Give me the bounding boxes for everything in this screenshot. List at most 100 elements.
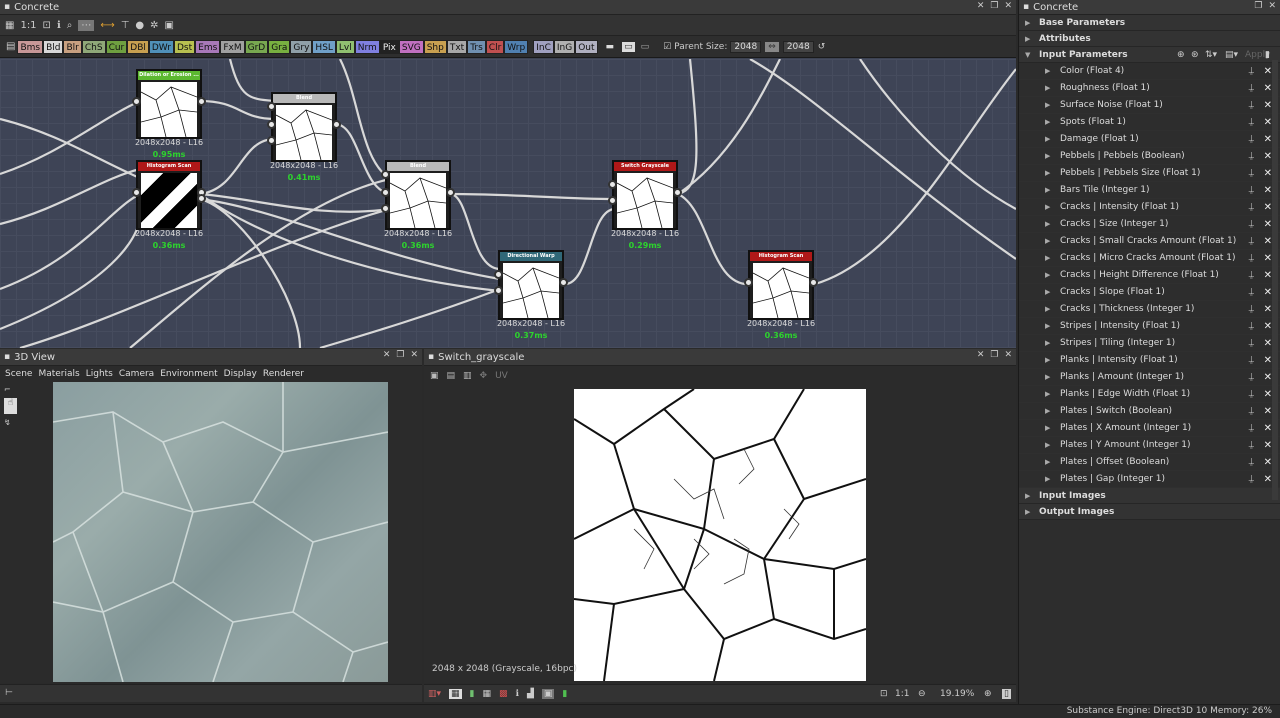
- section-base-parameters[interactable]: ▶ Base Parameters: [1019, 15, 1280, 31]
- filter-clr[interactable]: Clr: [485, 39, 505, 54]
- param-row[interactable]: ▶ Plates | X Amount (Integer 1) ⍊ ✕: [1019, 420, 1280, 437]
- param-row[interactable]: ▶ Cracks | Size (Integer 1) ⍊ ✕: [1019, 216, 1280, 233]
- close-window-icon[interactable]: ✕: [410, 350, 418, 360]
- expand-arrow-icon[interactable]: ▶: [1045, 135, 1050, 143]
- save-icon[interactable]: ▤: [447, 371, 456, 381]
- graph-node[interactable]: Directional Warp: [494, 250, 568, 320]
- filter-inc[interactable]: InC: [533, 39, 554, 54]
- expand-arrow-icon[interactable]: ▶: [1045, 322, 1050, 330]
- menu-environment[interactable]: Environment: [160, 369, 217, 379]
- expose-icon[interactable]: ⍊: [1249, 304, 1254, 314]
- expose-icon[interactable]: ⍊: [1249, 338, 1254, 348]
- input-port[interactable]: [132, 97, 141, 106]
- remove-icon[interactable]: ✕: [1264, 202, 1272, 213]
- section-attributes[interactable]: ▶ Attributes: [1019, 31, 1280, 47]
- expand-arrow-icon[interactable]: ▶: [1045, 186, 1050, 194]
- graph-canvas[interactable]: Dilation or Erosion ... 2048x2048 - L16 0.…: [0, 59, 1016, 348]
- output-port[interactable]: [809, 278, 818, 287]
- expose-icon[interactable]: ⍊: [1249, 236, 1254, 246]
- link-param-icon[interactable]: ⊛: [1191, 50, 1199, 60]
- expand-arrow-icon[interactable]: ▶: [1045, 373, 1050, 381]
- param-row[interactable]: ▶ Planks | Intensity (Float 1) ⍊ ✕: [1019, 352, 1280, 369]
- expand-arrow-icon[interactable]: ▶: [1045, 220, 1050, 228]
- expose-icon[interactable]: ⍊: [1249, 117, 1254, 127]
- expand-arrow-icon[interactable]: ▶: [1045, 458, 1050, 466]
- remove-icon[interactable]: ✕: [1264, 423, 1272, 434]
- input-port[interactable]: [608, 180, 617, 189]
- filter-svg[interactable]: SVG: [398, 39, 424, 54]
- window-menu-icon[interactable]: ▪: [1023, 2, 1029, 12]
- menu-camera[interactable]: Camera: [119, 369, 154, 379]
- zoom-in-icon[interactable]: ⊕: [984, 689, 992, 699]
- param-row[interactable]: ▶ Plates | Offset (Boolean) ⍊ ✕: [1019, 454, 1280, 471]
- frame-icon[interactable]: ▭: [622, 41, 635, 52]
- overlay-icon[interactable]: ▣: [541, 688, 555, 699]
- expose-icon[interactable]: ⍊: [1249, 457, 1254, 467]
- settings-icon[interactable]: ✲: [150, 20, 158, 31]
- filter-ing[interactable]: InG: [553, 39, 576, 54]
- param-row[interactable]: ▶ Plates | Switch (Boolean) ⍊ ✕: [1019, 403, 1280, 420]
- expose-icon[interactable]: ⍊: [1249, 83, 1254, 93]
- filter-shp[interactable]: Shp: [423, 39, 447, 54]
- expand-arrow-icon[interactable]: ▶: [1045, 84, 1050, 92]
- alpha-icon[interactable]: ▩: [499, 689, 508, 699]
- filter-fxm[interactable]: FxM: [220, 39, 245, 54]
- select-tool-icon[interactable]: ☝: [4, 398, 17, 414]
- param-row[interactable]: ▶ Surface Noise (Float 1) ⍊ ✕: [1019, 97, 1280, 114]
- expose-icon[interactable]: ⍊: [1249, 185, 1254, 195]
- param-row[interactable]: ▶ Stripes | Intensity (Float 1) ⍊ ✕: [1019, 318, 1280, 335]
- filter-wrp[interactable]: Wrp: [504, 39, 529, 54]
- info-icon[interactable]: ℹ: [516, 689, 519, 699]
- param-row[interactable]: ▶ Plates | Y Amount (Integer 1) ⍊ ✕: [1019, 437, 1280, 454]
- output-port[interactable]: [673, 188, 682, 197]
- expose-icon[interactable]: ⍊: [1249, 100, 1254, 110]
- remove-icon[interactable]: ✕: [1264, 338, 1272, 349]
- filter-nrm[interactable]: Nrm: [354, 39, 380, 54]
- expose-icon[interactable]: ⍊: [1249, 406, 1254, 416]
- section-input-parameters[interactable]: ▼ Input Parameters ⊕ ⊛ ⇅▾ ▤▾ Apply ▮: [1019, 47, 1280, 63]
- float-icon[interactable]: ❐: [990, 1, 998, 11]
- copy-icon[interactable]: ▣: [430, 371, 439, 381]
- expand-arrow-icon[interactable]: ▶: [1045, 271, 1050, 279]
- menu-lights[interactable]: Lights: [86, 369, 113, 379]
- menu-scene[interactable]: Scene: [5, 369, 32, 379]
- graph-node[interactable]: Blend: [267, 92, 341, 162]
- input-port[interactable]: [267, 102, 276, 111]
- expand-arrow-icon[interactable]: ▶: [1045, 152, 1050, 160]
- output-port[interactable]: [197, 97, 206, 106]
- expand-arrow-icon[interactable]: ▶: [1045, 237, 1050, 245]
- expose-icon[interactable]: ⍊: [1249, 202, 1254, 212]
- remove-icon[interactable]: ✕: [1264, 440, 1272, 451]
- delete-icon[interactable]: ▮: [1265, 50, 1270, 60]
- tile-icon[interactable]: ▦: [483, 689, 492, 699]
- expose-icon[interactable]: ⍊: [1249, 372, 1254, 382]
- expand-arrow-icon[interactable]: ▶: [1045, 356, 1050, 364]
- window-menu-icon[interactable]: ▪: [428, 352, 434, 362]
- expose-icon[interactable]: ⍊: [1249, 168, 1254, 178]
- expose-icon[interactable]: ⍊: [1249, 270, 1254, 280]
- expose-icon[interactable]: ⍊: [1249, 219, 1254, 229]
- reset-icon[interactable]: ↺: [818, 42, 826, 52]
- param-row[interactable]: ▶ Pebbels | Pebbels (Boolean) ⍊ ✕: [1019, 148, 1280, 165]
- camera-icon[interactable]: ▥: [463, 371, 472, 381]
- param-scrollbar[interactable]: [1272, 60, 1278, 500]
- channels-icon[interactable]: ▥▾: [428, 689, 441, 699]
- close-window-icon[interactable]: ✕: [1004, 1, 1012, 11]
- material-preview[interactable]: [53, 382, 388, 682]
- remove-icon[interactable]: ✕: [1264, 355, 1272, 366]
- expose-icon[interactable]: ⍊: [1249, 134, 1254, 144]
- color-icon[interactable]: ▮: [470, 689, 475, 699]
- remove-icon[interactable]: ✕: [1264, 287, 1272, 298]
- filter-gra[interactable]: Gra: [268, 39, 291, 54]
- frame2-icon[interactable]: ▭: [641, 42, 650, 52]
- menu-display[interactable]: Display: [224, 369, 257, 379]
- output-port[interactable]: [446, 188, 455, 197]
- close-icon[interactable]: ✕: [977, 1, 985, 11]
- remove-icon[interactable]: ✕: [1264, 66, 1272, 77]
- remove-icon[interactable]: ✕: [1264, 253, 1272, 264]
- filter-ems[interactable]: Ems: [195, 39, 221, 54]
- bake-icon[interactable]: ●: [135, 20, 144, 31]
- remove-icon[interactable]: ✕: [1264, 457, 1272, 468]
- filter-toggle-icon[interactable]: ▤: [6, 41, 15, 52]
- expand-arrow-icon[interactable]: ▶: [1045, 424, 1050, 432]
